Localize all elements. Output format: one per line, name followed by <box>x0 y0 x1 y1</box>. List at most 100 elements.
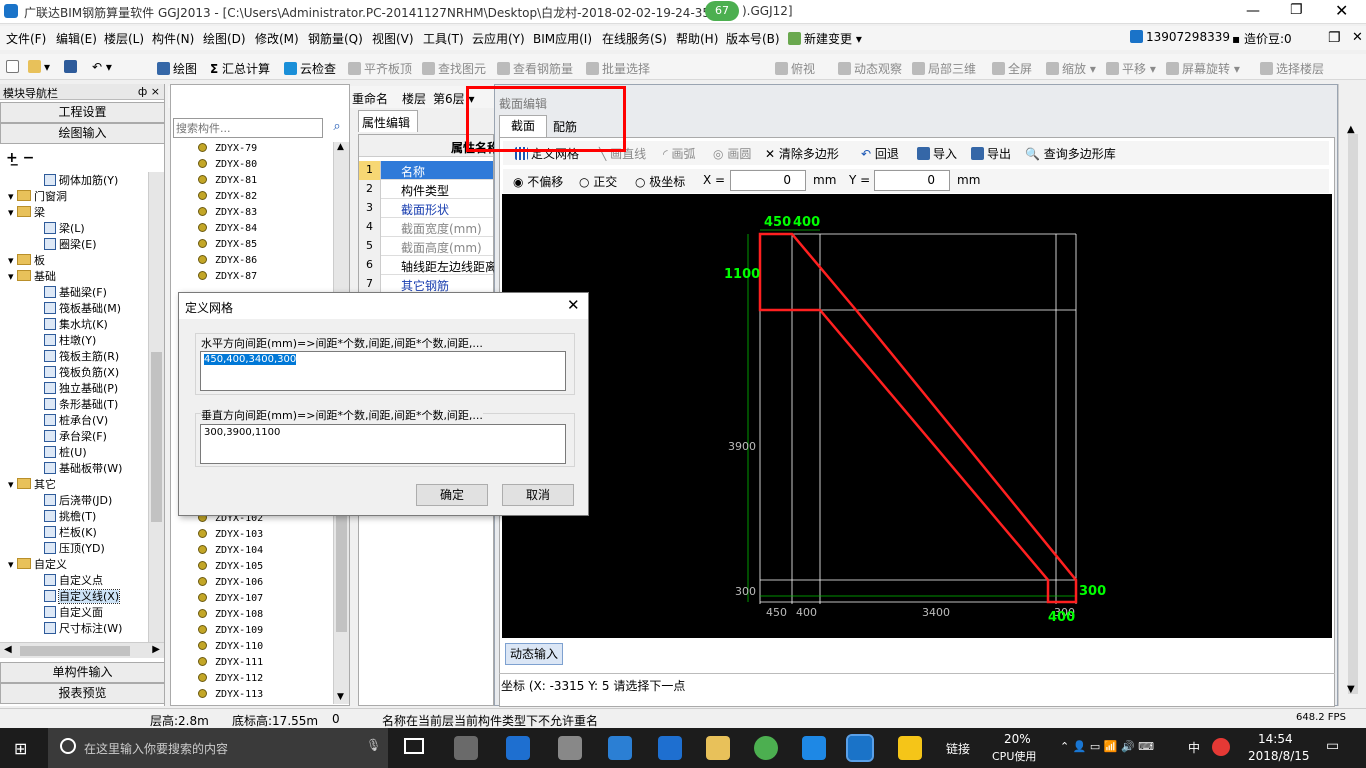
nav-tree-item[interactable]: 压顶(YD) <box>44 540 105 556</box>
property-row[interactable]: 1 名称 <box>359 161 493 180</box>
nav-panel-pin[interactable]: ф × <box>138 85 160 98</box>
menu-help[interactable]: 帮助(H) <box>676 30 718 47</box>
component-list-item[interactable]: ZDYX-113 <box>198 689 263 700</box>
nav-tree-item[interactable]: ▾ 自定义 <box>8 556 67 572</box>
flat-board-button[interactable]: 平齐板顶 <box>348 60 412 77</box>
mode-no-offset[interactable]: ◉ 不偏移 <box>513 173 563 190</box>
nav-hscrollbar[interactable]: ◀ ▶ <box>0 642 164 658</box>
nav-tree-item[interactable]: 条形基础(T) <box>44 396 118 412</box>
menu-edit[interactable]: 编辑(E) <box>56 30 97 47</box>
menu-modify[interactable]: 修改(M) <box>255 30 299 47</box>
sum-button[interactable]: Σ 汇总计算 <box>210 60 270 77</box>
nav-tree-item[interactable]: ▾ 门窗洞 <box>8 188 67 204</box>
menu-version[interactable]: 版本号(B) <box>726 30 780 47</box>
app-network-icon[interactable] <box>558 736 582 760</box>
component-list-item[interactable]: ZDYX-110 <box>198 641 263 652</box>
nav-tree-item[interactable]: 自定义线(X) <box>44 588 121 604</box>
nav-engineering-settings[interactable]: 工程设置 <box>0 102 165 123</box>
expand-caret-icon[interactable]: ▾ <box>8 558 17 571</box>
nav-tree-item[interactable]: 桩(U) <box>44 444 87 460</box>
cost-beans[interactable]: ▪ 造价豆:0 <box>1232 30 1292 47</box>
export-button[interactable]: 导出 <box>971 145 1011 162</box>
cancel-button[interactable]: 取消 <box>502 484 574 506</box>
nav-tree-item[interactable]: 基础梁(F) <box>44 284 107 300</box>
sogou-tray-icon[interactable] <box>1212 738 1230 756</box>
component-list-item[interactable]: ZDYX-81 <box>198 175 257 186</box>
mode-polar[interactable]: ○ 极坐标 <box>635 173 685 190</box>
nav-tree-item[interactable]: 独立基础(P) <box>44 380 118 396</box>
component-list-item[interactable]: ZDYX-79 <box>198 143 257 154</box>
menu-file[interactable]: 文件(F) <box>6 30 46 47</box>
component-list-item[interactable]: ZDYX-80 <box>198 159 257 170</box>
minimize-button[interactable]: — <box>1246 3 1260 19</box>
expand-caret-icon[interactable]: ▾ <box>8 270 17 283</box>
nav-tree-item[interactable]: 筏板主筋(R) <box>44 348 119 364</box>
nav-tree-item[interactable]: ▾ 板 <box>8 252 45 268</box>
view-steel-button[interactable]: 查看钢筋量 <box>497 60 573 77</box>
glodon-icon[interactable] <box>802 736 826 760</box>
expand-caret-icon[interactable]: ▾ <box>8 478 17 491</box>
dialog-close-icon[interactable]: ✕ <box>567 296 580 314</box>
taskbar-search[interactable]: 在这里输入你要搜索的内容 🎙 <box>48 728 388 768</box>
menu-steel[interactable]: 钢筋量(Q) <box>308 30 363 47</box>
save-icon[interactable] <box>64 60 80 74</box>
expand-caret-icon[interactable]: ▾ <box>8 206 17 219</box>
nav-tree-item[interactable]: 自定义点 <box>44 572 103 588</box>
restore-button[interactable]: ❐ <box>1290 2 1303 18</box>
undo-step-button[interactable]: ↶ 回退 <box>861 145 899 162</box>
component-list-item[interactable]: ZDYX-112 <box>198 673 263 684</box>
edge-icon[interactable] <box>608 736 632 760</box>
component-list-item[interactable]: ZDYX-83 <box>198 207 257 218</box>
nav-tree-item[interactable]: 砌体加筋(Y) <box>44 172 118 188</box>
component-search-input[interactable] <box>173 118 323 138</box>
property-row[interactable]: 3 截面形状 <box>359 199 493 218</box>
property-row[interactable]: 2 构件类型 <box>359 180 493 199</box>
component-list-item[interactable]: ZDYX-82 <box>198 191 257 202</box>
property-row[interactable]: 6 轴线距左边线距离 <box>359 256 497 275</box>
user-account[interactable]: 13907298339 <box>1130 30 1230 44</box>
section-polygon[interactable] <box>758 232 1078 604</box>
open-file-icon[interactable]: ▾ <box>28 60 50 74</box>
component-list-item[interactable]: ZDYX-106 <box>198 577 263 588</box>
nav-tree-item[interactable]: 圈梁(E) <box>44 236 97 252</box>
horizontal-spacing-input[interactable]: 450,400,3400,300 <box>200 351 566 391</box>
nav-tree-item[interactable]: 柱墩(Y) <box>44 332 96 348</box>
app-fan-icon[interactable] <box>454 736 478 760</box>
tab-property-edit[interactable]: 属性编辑 <box>358 110 418 132</box>
windows-start-icon[interactable]: ⊞ <box>14 739 27 758</box>
component-list-item[interactable]: ZDYX-107 <box>198 593 263 604</box>
new-file-icon[interactable] <box>6 60 22 74</box>
nav-tree-item[interactable]: 后浇带(JD) <box>44 492 112 508</box>
property-row[interactable]: 5 截面高度(mm) <box>359 237 493 256</box>
component-list-item[interactable]: ZDYX-84 <box>198 223 257 234</box>
clock-date[interactable]: 2018/8/15 <box>1248 749 1310 763</box>
nav-tree-item[interactable]: 筏板基础(M) <box>44 300 121 316</box>
ggj-app-icon[interactable] <box>846 734 874 762</box>
find-element-button[interactable]: 查找图元 <box>422 60 486 77</box>
rotate-button[interactable]: 屏幕旋转 ▾ <box>1166 60 1240 77</box>
nav-report-preview[interactable]: 报表预览 <box>0 683 165 704</box>
menu-floor[interactable]: 楼层(L) <box>104 30 144 47</box>
y-input[interactable]: 0 <box>874 170 950 191</box>
draw-arc-button[interactable]: ◜ 画弧 <box>663 145 696 162</box>
component-list-item[interactable]: ZDYX-87 <box>198 271 257 282</box>
expand-caret-icon[interactable]: ▾ <box>8 254 17 267</box>
full-screen-button[interactable]: 全屏 <box>992 60 1032 77</box>
menu-restore-icon[interactable]: ❐ <box>1328 30 1341 46</box>
nav-tree-scrollbar[interactable] <box>148 172 164 642</box>
batch-select-button[interactable]: 批量选择 <box>586 60 650 77</box>
ime-indicator[interactable]: 中 <box>1188 739 1200 756</box>
menu-close-icon[interactable]: ✕ <box>1352 30 1363 45</box>
select-floor-button[interactable]: 选择楼层 <box>1260 60 1324 77</box>
nav-draw-input[interactable]: 绘图输入 <box>0 123 165 144</box>
task-view-icon[interactable] <box>404 738 424 754</box>
clear-polygon-button[interactable]: ✕ 清除多边形 <box>765 145 839 162</box>
menu-view[interactable]: 视图(V) <box>372 30 414 47</box>
nav-tree-item[interactable]: 桩承台(V) <box>44 412 108 428</box>
draw-button[interactable]: 绘图 <box>157 60 197 77</box>
notes-icon[interactable] <box>898 736 922 760</box>
browser-360-icon[interactable] <box>754 736 778 760</box>
nav-tree-item[interactable]: 筏板负筋(X) <box>44 364 119 380</box>
menu-draw[interactable]: 绘图(D) <box>203 30 246 47</box>
undo-icon[interactable]: ↶ ▾ <box>92 60 112 74</box>
